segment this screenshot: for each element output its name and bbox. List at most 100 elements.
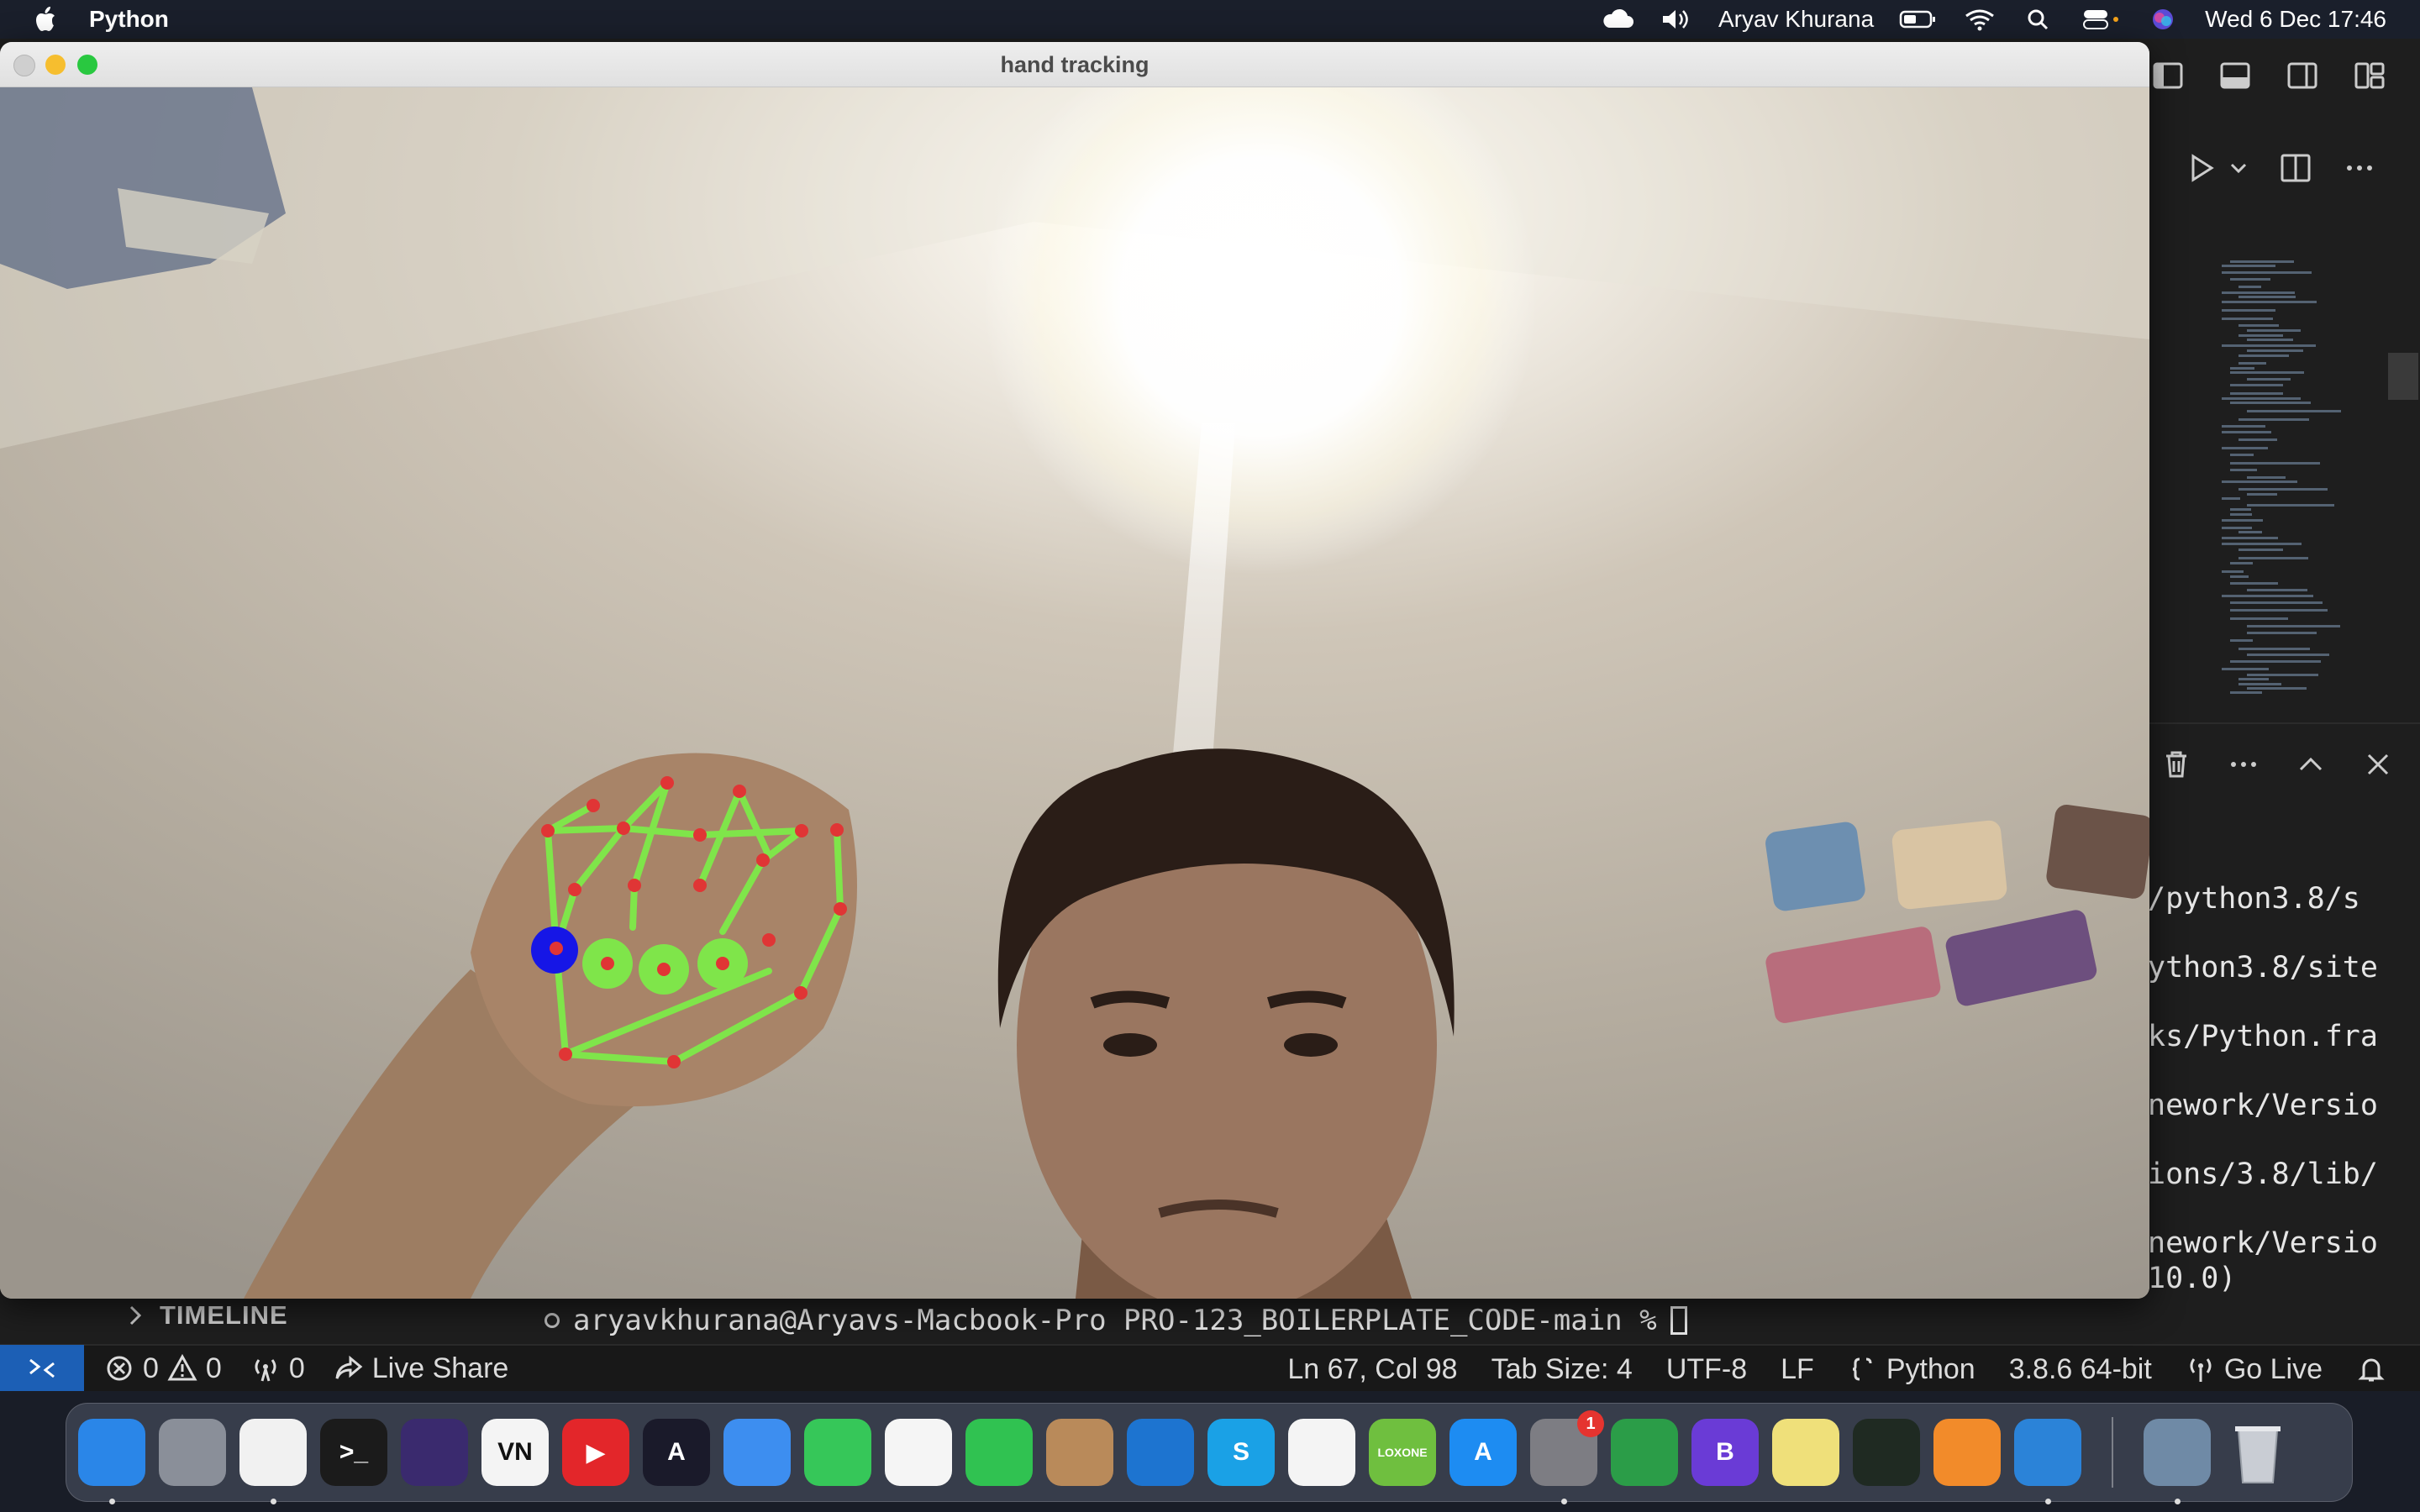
split-editor-icon[interactable] xyxy=(2279,151,2312,185)
minimap-line xyxy=(2230,582,2278,585)
language-label: Python xyxy=(1886,1352,1975,1385)
language-mode[interactable]: Python xyxy=(1848,1353,1975,1386)
timeline-label: TIMELINE xyxy=(160,1300,288,1330)
dock-app-messages[interactable] xyxy=(804,1419,871,1486)
terminal-prompt: aryavkhurana@Aryavs-Macbook-Pro PRO-123_… xyxy=(573,1304,1657,1337)
control-center-icon[interactable] xyxy=(2081,8,2121,31)
volume-icon[interactable] xyxy=(1660,8,1693,31)
dock-app-label: LOXONE xyxy=(1377,1446,1428,1459)
dock-app-siri[interactable] xyxy=(401,1419,468,1486)
go-live-button[interactable]: Go Live xyxy=(2186,1353,2323,1386)
wall-item xyxy=(1891,820,2007,910)
trash-icon[interactable] xyxy=(2160,748,2193,781)
dock-app-label: A xyxy=(667,1438,686,1466)
minimap-line xyxy=(2238,488,2328,491)
minimap-line xyxy=(2238,334,2283,337)
trash-icon xyxy=(2235,1426,2281,1483)
run-icon[interactable] xyxy=(2185,151,2218,185)
problems-indicator[interactable]: 0 0 xyxy=(104,1352,222,1385)
app-name[interactable]: Python xyxy=(89,6,169,33)
dock-app-classroom[interactable] xyxy=(1611,1419,1678,1486)
file-encoding[interactable]: UTF-8 xyxy=(1666,1353,1747,1386)
dock-trash[interactable] xyxy=(2224,1419,2291,1486)
minimap-line xyxy=(2222,431,2271,433)
spotlight-icon[interactable] xyxy=(2022,8,2055,31)
dock-app-vn[interactable]: VN xyxy=(481,1419,549,1486)
panel-divider[interactable] xyxy=(2149,722,2420,724)
hand-tracking-window[interactable]: hand tracking xyxy=(0,42,2149,1299)
battery-icon[interactable] xyxy=(1899,8,1938,31)
notifications-bell-icon[interactable] xyxy=(2356,1354,2386,1384)
maximize-panel-icon[interactable] xyxy=(2294,748,2328,781)
remote-icon xyxy=(29,1358,55,1378)
wifi-icon[interactable] xyxy=(1963,8,1996,31)
editor-scrollbar[interactable] xyxy=(2388,353,2418,400)
minimap-line xyxy=(2230,402,2311,404)
dock-app-stacks[interactable] xyxy=(1933,1419,2001,1486)
dock-app-loxone[interactable]: LOXONE xyxy=(1369,1419,1436,1486)
live-share-button[interactable]: Live Share xyxy=(334,1352,508,1385)
close-panel-icon[interactable] xyxy=(2361,748,2395,781)
status-bar: 0 0 0 Live Share Ln 67, Col 98 Tab Size:… xyxy=(0,1344,2420,1392)
notification-badge: 1 xyxy=(1577,1410,1604,1437)
minimap-line xyxy=(2230,601,2323,604)
minimap-line xyxy=(2222,271,2312,274)
more-actions-icon[interactable] xyxy=(2227,748,2260,781)
terminal-output[interactable]: /python3.8/s ython3.8/site ks/Python.fra… xyxy=(2148,882,2417,1295)
dock-app-contacts[interactable] xyxy=(1046,1419,1113,1486)
dock-app-rocket[interactable] xyxy=(2144,1419,2211,1504)
minimap-line xyxy=(2238,296,2296,298)
user-name[interactable]: Aryav Khurana xyxy=(1718,6,1874,33)
minimap-line xyxy=(2222,543,2302,545)
toggle-secondary-sidebar-icon[interactable] xyxy=(2286,59,2319,92)
dock-app-system-settings[interactable]: 1 xyxy=(1530,1410,1604,1504)
terminal-line: 10.0) xyxy=(2148,1262,2237,1295)
minimap-line xyxy=(2222,265,2275,267)
python-interpreter[interactable]: 3.8.6 64-bit xyxy=(2009,1353,2152,1386)
dock-app-finder[interactable] xyxy=(78,1419,145,1504)
chevron-down-icon[interactable] xyxy=(2228,151,2249,185)
running-indicator xyxy=(1561,1499,1567,1504)
line-ending[interactable]: LF xyxy=(1781,1353,1814,1386)
dock-app-skype[interactable]: S xyxy=(1207,1419,1275,1486)
editor-minimap[interactable] xyxy=(2218,260,2353,714)
tab-size[interactable]: Tab Size: 4 xyxy=(1491,1353,1633,1386)
dock-app-youtube[interactable]: ▶ xyxy=(562,1419,629,1486)
remote-indicator-button[interactable] xyxy=(0,1345,84,1392)
minimap-line xyxy=(2222,519,2263,522)
toggle-primary-sidebar-icon[interactable] xyxy=(2151,59,2185,92)
chevron-right-icon xyxy=(129,1305,142,1326)
ports-indicator[interactable]: 0 xyxy=(250,1352,305,1385)
timeline-section[interactable]: TIMELINE xyxy=(126,1299,288,1332)
dock-app-terminal[interactable]: >_ xyxy=(320,1419,387,1486)
dock-app-stickies[interactable] xyxy=(1772,1419,1839,1486)
menubar-clock[interactable]: Wed 6 Dec 17:46 xyxy=(2205,6,2386,33)
dock-app-vscode[interactable] xyxy=(2014,1419,2081,1504)
editor-actions xyxy=(2185,151,2376,185)
minimap-line xyxy=(2247,329,2301,332)
cursor-position[interactable]: Ln 67, Col 98 xyxy=(1287,1353,1457,1386)
dock-app-launchpad[interactable] xyxy=(159,1419,226,1486)
dock-app-arc[interactable]: A xyxy=(643,1419,710,1486)
minimap-line xyxy=(2222,527,2252,529)
dock-app-photos[interactable] xyxy=(885,1419,952,1486)
more-actions-icon[interactable] xyxy=(2343,151,2376,185)
wall-item xyxy=(2046,804,2149,899)
dock-app-facetime[interactable] xyxy=(965,1419,1033,1486)
customize-layout-icon[interactable] xyxy=(2353,59,2386,92)
dock-app-safari[interactable] xyxy=(723,1419,791,1486)
minimap-line xyxy=(2230,660,2321,663)
dock-app-onedrive[interactable] xyxy=(1127,1419,1194,1486)
terminal-prompt-line[interactable]: aryavkhurana@Aryavs-Macbook-Pro PRO-123_… xyxy=(544,1304,1687,1337)
dock-app-app-store[interactable]: A xyxy=(1449,1419,1517,1486)
dock-app-notes[interactable] xyxy=(1288,1419,1355,1486)
toggle-panel-icon[interactable] xyxy=(2218,59,2252,92)
dock-app-chrome[interactable] xyxy=(239,1419,307,1504)
dock-app-activity-monitor[interactable] xyxy=(1853,1419,1920,1486)
layout-controls xyxy=(2151,59,2386,92)
window-titlebar[interactable]: hand tracking xyxy=(0,42,2149,87)
icloud-icon[interactable] xyxy=(1601,8,1634,31)
siri-icon[interactable] xyxy=(2146,8,2180,31)
dock-app-bezel[interactable]: B xyxy=(1691,1419,1759,1486)
apple-icon[interactable] xyxy=(32,5,57,34)
